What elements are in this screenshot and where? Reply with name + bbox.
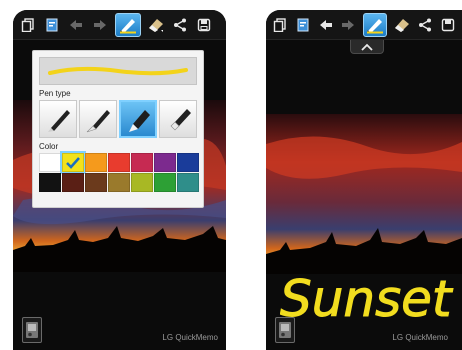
left-phone-screen: Pen type Color LG QuickMemo <box>13 10 226 350</box>
pen-icon[interactable] <box>115 12 141 37</box>
fountain-pen-option[interactable] <box>79 100 117 138</box>
color-swatch[interactable] <box>131 173 153 192</box>
color-label: Color <box>39 142 59 151</box>
eraser-icon[interactable] <box>393 16 411 34</box>
color-swatch[interactable] <box>85 153 107 172</box>
memo-list-button[interactable] <box>275 317 295 343</box>
highlighter-pen-option[interactable] <box>159 100 197 138</box>
color-swatch[interactable] <box>85 173 107 192</box>
toolbar <box>13 10 226 40</box>
fountain-pen-icon <box>86 110 110 133</box>
copy-icon[interactable] <box>19 16 37 34</box>
redo-icon[interactable] <box>340 16 357 34</box>
app-watermark: LG QuickMemo <box>392 333 448 342</box>
screenshot-canvas: Pen type Color LG QuickMemo Sunset LG Qu… <box>0 0 462 350</box>
sunset-handwriting: Sunset <box>280 270 454 328</box>
pen-type-label: Pen type <box>39 89 71 98</box>
marker-pen-icon <box>129 110 150 132</box>
right-phone-screen: Sunset LG QuickMemo <box>266 10 462 350</box>
share-icon[interactable] <box>171 16 189 34</box>
color-swatch[interactable] <box>39 173 61 192</box>
color-swatch[interactable] <box>131 153 153 172</box>
ballpoint-pen-icon <box>48 110 70 132</box>
color-swatch[interactable] <box>154 153 176 172</box>
eraser-icon[interactable] <box>147 16 165 34</box>
marker-pen-option[interactable] <box>119 100 157 138</box>
color-swatch[interactable] <box>154 173 176 192</box>
app-watermark: LG QuickMemo <box>162 333 218 342</box>
color-swatch-grid <box>39 151 199 192</box>
color-swatch[interactable] <box>108 153 130 172</box>
redo-icon[interactable] <box>91 16 109 34</box>
color-swatch[interactable] <box>60 151 86 174</box>
stroke-preview <box>39 57 197 85</box>
color-swatch[interactable] <box>108 173 130 192</box>
save-icon[interactable] <box>439 16 456 34</box>
pen-settings-panel: Pen type Color <box>32 50 204 208</box>
undo-icon[interactable] <box>67 16 85 34</box>
color-swatch[interactable] <box>62 173 84 192</box>
toolbar <box>266 10 462 40</box>
notes-icon[interactable] <box>43 16 61 34</box>
checkmark-icon <box>63 154 83 171</box>
pen-type-list <box>39 100 197 138</box>
save-icon[interactable] <box>195 16 213 34</box>
share-icon[interactable] <box>417 16 434 34</box>
memo-list-button[interactable] <box>22 317 42 343</box>
highlighter-pen-icon <box>170 109 191 131</box>
chevron-up-icon <box>361 43 373 51</box>
copy-icon[interactable] <box>272 16 289 34</box>
handwritten-sunset-text: Sunset <box>280 270 454 329</box>
ballpoint-pen-option[interactable] <box>39 100 77 138</box>
sunset-photo <box>266 114 462 286</box>
expand-panel-handle[interactable] <box>350 40 384 54</box>
pen-icon[interactable] <box>362 12 387 37</box>
color-swatch[interactable] <box>177 153 199 172</box>
color-swatch[interactable] <box>177 173 199 192</box>
undo-icon[interactable] <box>317 16 334 34</box>
notes-icon[interactable] <box>295 16 312 34</box>
color-swatch[interactable] <box>39 153 61 172</box>
